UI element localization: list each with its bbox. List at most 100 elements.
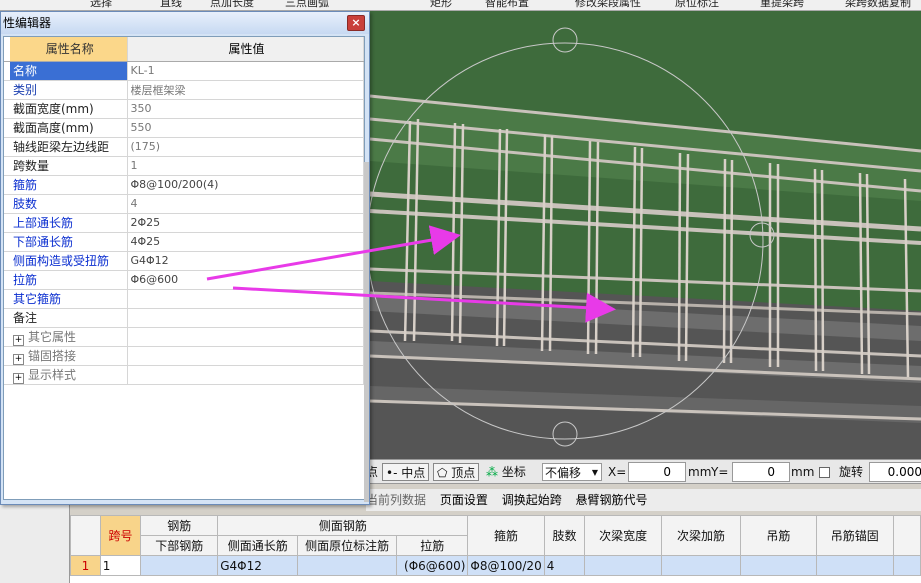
x-input[interactable]: 0 — [628, 462, 686, 482]
expand-icon[interactable]: + — [13, 334, 24, 345]
property-row[interactable]: 上部通长筋 2Φ25 — [4, 213, 364, 233]
cell-diaojin-mao[interactable] — [815, 555, 894, 576]
property-name: 跨数量 — [10, 156, 128, 176]
row-number: 1 — [70, 555, 101, 576]
property-value[interactable]: 2Φ25 — [127, 213, 364, 233]
group-label: 显示样式 — [28, 367, 77, 382]
col-cemian-yuanwei[interactable]: 侧面原位标注筋 — [297, 535, 398, 556]
property-row[interactable]: 其它箍筋 — [4, 289, 364, 309]
menu-page-setup[interactable]: 页面设置 — [440, 493, 488, 507]
property-header-row: 属性名称 属性值 — [4, 37, 364, 62]
property-group-name[interactable]: + 其它属性 — [10, 327, 128, 347]
property-value[interactable]: G4Φ12 — [127, 251, 364, 271]
cell-cemian-yuanwei[interactable] — [297, 555, 398, 576]
property-name: 箍筋 — [10, 175, 128, 195]
dialog-title[interactable]: 性编辑器 — [1, 12, 369, 34]
close-button[interactable]: × — [347, 15, 365, 31]
expand-icon[interactable]: + — [13, 353, 24, 364]
property-group-name[interactable]: + 显示样式 — [10, 365, 128, 385]
y-input[interactable]: 0 — [732, 462, 790, 482]
property-group-row[interactable]: + 锚固搭接 — [4, 346, 364, 366]
property-value[interactable]: Φ6@600 — [127, 270, 364, 290]
col-diaojin[interactable]: 吊筋 — [739, 515, 817, 556]
col-xiabu[interactable]: 下部钢筋 — [140, 535, 219, 556]
property-name: 上部通长筋 — [10, 213, 128, 233]
property-row[interactable]: 截面宽度(mm) 350 — [4, 99, 364, 119]
property-row[interactable]: 跨数量 1 — [4, 156, 364, 176]
property-row[interactable]: 肢数 4 — [4, 194, 364, 214]
cell-diaojin[interactable] — [739, 555, 817, 576]
property-row[interactable]: 下部通长筋 4Φ25 — [4, 232, 364, 252]
property-value[interactable]: Φ8@100/200(4) — [127, 175, 364, 195]
tool-smart-place[interactable]: 智能布置 — [485, 0, 529, 10]
property-value[interactable]: 4 — [127, 194, 364, 214]
x-label: X= — [608, 465, 627, 479]
cell-ciliang-jia[interactable] — [661, 555, 741, 576]
tool-rect[interactable]: 矩形 — [430, 0, 452, 10]
property-row[interactable]: 侧面构造或受扭筋 G4Φ12 — [4, 251, 364, 271]
property-row[interactable]: 拉筋 Φ6@600 — [4, 270, 364, 290]
tool-line[interactable]: 直线 — [160, 0, 182, 10]
property-group-row[interactable]: + 显示样式 — [4, 365, 364, 385]
menu-cantilever-code[interactable]: 悬臂钢筋代号 — [576, 493, 648, 507]
col-ciliang-kuan[interactable]: 次梁宽度 — [584, 515, 663, 556]
property-value[interactable]: 4Φ25 — [127, 232, 364, 252]
property-row[interactable]: 名称 KL-1 — [4, 61, 364, 81]
tool-in-situ[interactable]: 原位标注 — [675, 0, 719, 10]
tool-copy-span[interactable]: 梁跨数据复制 — [845, 0, 911, 10]
snap-vertex[interactable]: ⬠ 顶点 — [433, 463, 480, 481]
col-cemian-tongchang[interactable]: 侧面通长筋 — [217, 535, 299, 556]
rotate-checkbox[interactable] — [819, 467, 830, 478]
col-gujin[interactable]: 箍筋 — [467, 515, 545, 556]
col-kuahao[interactable]: 跨号 — [99, 515, 142, 556]
mm-label-1: mm — [688, 465, 712, 479]
property-value[interactable]: 350 — [127, 99, 364, 119]
property-row[interactable]: 备注 — [4, 308, 364, 328]
cell-ciliang-kuan[interactable] — [584, 555, 663, 576]
dialog-scrollbar[interactable] — [364, 162, 369, 502]
snap-midpoint[interactable]: •- 中点 — [382, 463, 430, 481]
col-zhishu[interactable]: 肢数 — [543, 515, 586, 556]
cell-more[interactable] — [892, 555, 921, 576]
property-group-name[interactable]: + 锚固搭接 — [10, 346, 128, 366]
property-value[interactable]: (175) — [127, 137, 364, 157]
offset-dropdown[interactable]: 不偏移 ▼ — [542, 463, 602, 481]
angle-input[interactable]: 0.000 — [869, 462, 921, 482]
cell-cemian-tongchang[interactable]: G4Φ12 — [217, 555, 299, 576]
tool-respan[interactable]: 重提梁跨 — [760, 0, 804, 10]
cell-zhishu[interactable]: 4 — [543, 555, 586, 576]
cell-lajin[interactable]: (Φ6@600) — [396, 555, 469, 576]
table-row[interactable]: 1 1 G4Φ12 (Φ6@600) Φ8@100/20 4 — [70, 555, 921, 576]
cell-xiabu[interactable] — [140, 555, 219, 576]
property-value[interactable]: 1 — [127, 156, 364, 176]
tool-select[interactable]: 选择 — [90, 0, 112, 10]
property-row[interactable]: 截面高度(mm) 550 — [4, 118, 364, 138]
cell-kuahao[interactable]: 1 — [99, 555, 142, 576]
menu-current-column[interactable]: 当前列数据 — [366, 493, 426, 507]
col-ciliang-jia[interactable]: 次梁加筋 — [661, 515, 741, 556]
header-property-name: 属性名称 — [10, 37, 128, 62]
property-value[interactable]: 楼层框架梁 — [127, 80, 364, 100]
property-row[interactable]: 类别 楼层框架梁 — [4, 80, 364, 100]
expand-icon[interactable]: + — [13, 372, 24, 383]
col-more — [892, 515, 921, 556]
property-row[interactable]: 轴线距梁左边线距 (175) — [4, 137, 364, 157]
snap-coordinate[interactable]: ⁂ 坐标 — [486, 463, 526, 481]
property-value[interactable]: 550 — [127, 118, 364, 138]
rebar-3d-render — [370, 11, 921, 459]
tool-point-length[interactable]: 点加长度 — [210, 0, 254, 10]
col-diaojin-mao[interactable]: 吊筋锚固 — [815, 515, 894, 556]
property-value[interactable] — [127, 308, 364, 328]
col-group-cemian: 侧面钢筋 — [217, 515, 469, 536]
col-group-gangjin: 钢筋 — [140, 515, 219, 536]
property-value[interactable] — [127, 289, 364, 309]
tool-modify-span[interactable]: 修改梁段属性 — [575, 0, 641, 10]
property-row[interactable]: 箍筋 Φ8@100/200(4) — [4, 175, 364, 195]
property-value[interactable]: KL-1 — [127, 61, 364, 81]
cell-gujin[interactable]: Φ8@100/20 — [467, 555, 545, 576]
property-group-row[interactable]: + 其它属性 — [4, 327, 364, 347]
tool-arc[interactable]: 三点画弧 — [285, 0, 329, 10]
menu-swap-span[interactable]: 调换起始跨 — [502, 493, 562, 507]
col-lajin[interactable]: 拉筋 — [396, 535, 469, 556]
3d-viewport[interactable] — [370, 11, 921, 459]
